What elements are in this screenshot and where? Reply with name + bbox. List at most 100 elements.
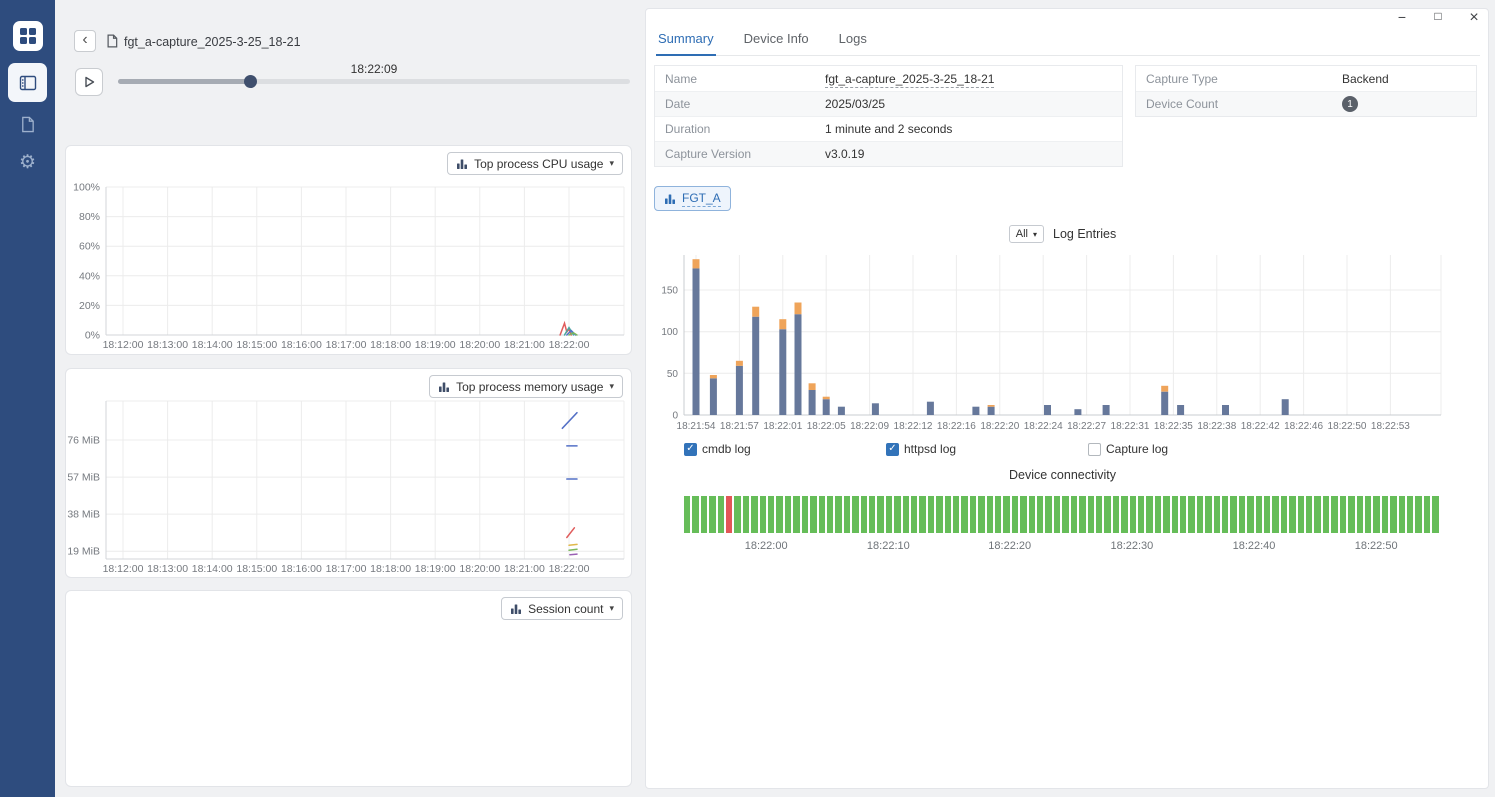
capture-icon bbox=[18, 73, 38, 93]
checkbox[interactable]: ✓ bbox=[684, 443, 697, 456]
session-count-chart bbox=[66, 591, 631, 786]
tab-logs[interactable]: Logs bbox=[837, 27, 869, 55]
x-tick-label: 18:13:00 bbox=[147, 563, 188, 575]
row-value-text[interactable]: fgt_a-capture_2025-3-25_18-21 bbox=[825, 72, 994, 88]
log-bar-cmdb bbox=[927, 402, 934, 415]
log-bar-cmdb bbox=[838, 407, 845, 415]
x-tick-label: 18:22:05 bbox=[807, 421, 846, 432]
x-tick-label: 18:18:00 bbox=[370, 339, 411, 351]
sidebar-item-reports[interactable] bbox=[8, 105, 47, 144]
x-tick-label: 18:12:00 bbox=[103, 563, 144, 575]
log-bar-cmdb bbox=[988, 407, 995, 415]
sidebar-item-captures[interactable] bbox=[8, 63, 47, 102]
connectivity-segment-ok bbox=[827, 496, 833, 533]
connectivity-segment-ok bbox=[894, 496, 900, 533]
slider-handle[interactable] bbox=[244, 75, 257, 88]
timeline-slider[interactable] bbox=[118, 74, 630, 88]
sidebar: ⚙ bbox=[0, 0, 55, 797]
checkbox-label: cmdb log bbox=[702, 442, 751, 456]
log-bar-httpsd bbox=[752, 307, 759, 317]
connectivity-segment-ok bbox=[1180, 496, 1186, 533]
connectivity-segment-ok bbox=[1331, 496, 1337, 533]
connectivity-segment-ok bbox=[819, 496, 825, 533]
log-bar-httpsd bbox=[823, 397, 830, 400]
connectivity-bar bbox=[684, 496, 1438, 533]
connectivity-segment-ok bbox=[1230, 496, 1236, 533]
series-mem-green bbox=[569, 549, 577, 550]
capture-info-table: Namefgt_a-capture_2025-3-25_18-21Date202… bbox=[654, 65, 1123, 167]
connectivity-segment-ok bbox=[928, 496, 934, 533]
connectivity-segment-ok bbox=[1281, 496, 1287, 533]
minimize-button[interactable]: − bbox=[1394, 9, 1410, 27]
slider-fill bbox=[118, 79, 251, 84]
log-bar-httpsd bbox=[736, 361, 743, 366]
x-tick-label: 18:22:42 bbox=[1241, 421, 1280, 432]
checkbox[interactable] bbox=[1088, 443, 1101, 456]
maximize-button[interactable]: □ bbox=[1430, 9, 1446, 27]
row-value-text: 1 minute and 2 seconds bbox=[825, 122, 952, 136]
series-mem-blue-rising bbox=[562, 413, 577, 429]
connectivity-segment-ok bbox=[1012, 496, 1018, 533]
x-tick-label: 18:15:00 bbox=[236, 339, 277, 351]
device-button-fgt-a[interactable]: FGT_A bbox=[654, 186, 731, 211]
connectivity-segment-ok bbox=[1289, 496, 1295, 533]
log-filter-select[interactable]: All ▾ bbox=[1009, 225, 1044, 243]
log-bar-cmdb bbox=[1044, 405, 1051, 415]
log-bar-cmdb bbox=[736, 366, 743, 415]
gear-icon: ⚙ bbox=[19, 153, 36, 172]
memory-chart-selector[interactable]: Top process memory usage ▾ bbox=[429, 375, 623, 398]
connectivity-segment-ok bbox=[852, 496, 858, 533]
connectivity-tick-label: 18:22:30 bbox=[1110, 540, 1153, 552]
close-button[interactable]: × bbox=[1466, 9, 1482, 27]
log-bar-cmdb bbox=[795, 314, 802, 415]
tab-device-info[interactable]: Device Info bbox=[742, 27, 811, 55]
connectivity-segment-ok bbox=[844, 496, 850, 533]
log-checkbox-cmdb-log[interactable]: ✓ cmdb log bbox=[684, 442, 886, 456]
connectivity-segment-ok bbox=[793, 496, 799, 533]
connectivity-segment-ok bbox=[1424, 496, 1430, 533]
y-tick-label: 60% bbox=[79, 241, 100, 253]
connectivity-segment-ok bbox=[835, 496, 841, 533]
capture-type-table: Capture TypeBackendDevice Count1 bbox=[1135, 65, 1477, 117]
cpu-chart-selector[interactable]: Top process CPU usage ▾ bbox=[447, 152, 623, 175]
caret-down-icon: ▾ bbox=[609, 381, 614, 392]
log-checkbox-capture-log[interactable]: Capture log bbox=[1088, 442, 1290, 456]
x-tick-label: 18:22:27 bbox=[1067, 421, 1106, 432]
x-tick-label: 18:22:50 bbox=[1328, 421, 1367, 432]
connectivity-segment-ok bbox=[692, 496, 698, 533]
log-bar-cmdb bbox=[1161, 392, 1168, 415]
x-tick-label: 18:16:00 bbox=[281, 339, 322, 351]
log-checkbox-httpsd-log[interactable]: ✓ httpsd log bbox=[886, 442, 1088, 456]
row-label: Device Count bbox=[1136, 97, 1334, 111]
y-tick-label: 150 bbox=[661, 286, 678, 297]
memory-usage-card: Top process memory usage ▾ 19 MiB38 MiB5… bbox=[65, 368, 632, 578]
document-icon bbox=[19, 115, 36, 134]
series-process-red bbox=[560, 323, 571, 335]
tab-summary[interactable]: Summary bbox=[656, 27, 716, 56]
checkbox[interactable]: ✓ bbox=[886, 443, 899, 456]
table-row: Device Count1 bbox=[1136, 91, 1476, 116]
connectivity-segment-ok bbox=[810, 496, 816, 533]
log-checkbox-row: ✓ cmdb log ✓ httpsd log Capture log bbox=[684, 442, 1290, 456]
connectivity-segment-ok bbox=[1323, 496, 1329, 533]
log-bar-cmdb bbox=[779, 329, 786, 415]
connectivity-segment-ok bbox=[1155, 496, 1161, 533]
session-chart-selector[interactable]: Session count ▾ bbox=[501, 597, 623, 620]
connectivity-segment-ok bbox=[1104, 496, 1110, 533]
sidebar-item-settings[interactable]: ⚙ bbox=[8, 143, 47, 182]
play-button[interactable] bbox=[75, 68, 103, 96]
x-tick-label: 18:22:35 bbox=[1154, 421, 1193, 432]
checkbox-label: httpsd log bbox=[904, 442, 956, 456]
connectivity-segment-ok bbox=[1188, 496, 1194, 533]
row-value: 1 minute and 2 seconds bbox=[817, 122, 952, 136]
app-logo[interactable] bbox=[13, 21, 43, 51]
back-button[interactable]: ‹ bbox=[74, 30, 96, 52]
x-tick-label: 18:14:00 bbox=[192, 339, 233, 351]
x-tick-label: 18:22:20 bbox=[980, 421, 1019, 432]
connectivity-segment-ok bbox=[1096, 496, 1102, 533]
connectivity-segment-ok bbox=[1121, 496, 1127, 533]
log-bar-cmdb bbox=[1103, 405, 1110, 415]
y-tick-label: 19 MiB bbox=[67, 546, 100, 558]
y-tick-label: 40% bbox=[79, 270, 100, 282]
connectivity-segment-ok bbox=[1382, 496, 1388, 533]
